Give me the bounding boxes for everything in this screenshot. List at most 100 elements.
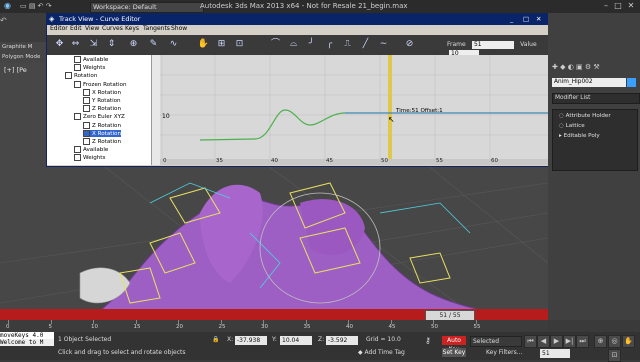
tangent-fast-icon[interactable]: ╯ [305,38,318,51]
tree-node[interactable]: Frozen Rotation [74,80,127,88]
modifier-list-dropdown[interactable]: Modifier List [552,93,640,104]
play-icon[interactable]: ▶ [550,335,563,348]
undo-icon[interactable]: ↶ [0,16,7,25]
tangent-linear-icon[interactable]: ╱ [359,38,372,51]
script-line-1: moveKeys 4.0 [0,332,44,339]
ribbon-tab-graphite[interactable]: Graphite M [2,44,32,50]
curve-value-label: 10 [162,113,170,120]
mouse-cursor-icon: ↖ [388,115,395,124]
tree-node[interactable]: Available [74,56,108,63]
y-coord-field[interactable]: 10.04 [280,336,312,345]
tree-node[interactable]: X Rotation [83,88,121,96]
zoom-region-icon[interactable]: ⊡ [233,38,246,51]
time-offset-readout: Time:51 Offset:1 [396,108,443,114]
tree-node[interactable]: Z Rotation [83,138,121,145]
track-bar[interactable]: 0 5 10 15 20 25 30 35 40 45 50 55 [0,320,548,332]
tree-node[interactable]: X Rotation [83,129,122,137]
tree-node[interactable]: Weights [74,64,105,72]
tree-node[interactable]: Z Rotation [83,121,121,129]
scale-values-icon[interactable]: ⇕ [105,38,118,51]
z-coord-field[interactable]: -3.592 [326,336,358,345]
tree-node[interactable]: Y Rotation [83,97,121,104]
slide-keys-icon[interactable]: ⇔ [69,38,82,51]
draw-curves-icon[interactable]: ✎ [147,38,160,51]
stack-item-lattice[interactable]: ◌ Lattice [559,123,585,129]
tv-maximize-icon[interactable]: □ [523,14,529,25]
maximize-viewport-icon[interactable]: ⊡ [608,349,621,362]
current-frame-field[interactable]: 51 [540,349,570,358]
pan-view-icon[interactable]: ✋ [622,335,635,348]
tree-node[interactable]: Available [74,146,108,154]
object-color-swatch[interactable] [627,78,636,87]
add-time-tag[interactable]: ◆ Add Time Tag [358,349,405,356]
tree-node-icon [74,80,81,88]
close-icon[interactable]: ✕ [625,1,637,11]
key-filters-button[interactable]: Key Filters... [486,349,523,356]
curve-graph[interactable]: 10 Time:51 Offset:1 ↖ [160,55,549,159]
prev-frame-icon[interactable]: ◀ [537,335,550,348]
menu-keys[interactable]: Keys [125,25,139,32]
maxscript-listener[interactable]: moveKeys 4.0 Welcome to M [0,332,54,346]
move-keys-icon[interactable]: ✥ [53,38,66,51]
ruler-tick-label: 35 [303,324,311,330]
key-mode-dropdown[interactable]: Selected [470,336,522,347]
tangent-smooth-icon[interactable]: ∼ [377,38,390,51]
zoom-extents-icon[interactable]: ⊞ [215,38,228,51]
curve-axis-tick-label: 0 [163,158,167,164]
orbit-icon[interactable]: ◎ [608,335,621,348]
menu-edit[interactable]: Edit [70,25,82,32]
lock-tangents-icon[interactable]: ⊘ [403,38,416,51]
grid-readout: Grid = 10.0 [366,336,401,343]
scale-keys-icon[interactable]: ⇲ [87,38,100,51]
go-to-start-icon[interactable]: ⏮ [524,335,537,348]
reduce-keys-icon[interactable]: ∿ [167,38,180,51]
x-coord-field[interactable]: -37.938 [235,336,267,345]
pan-icon[interactable]: ✋ [197,38,210,51]
menu-curves[interactable]: Curves [102,25,123,32]
tree-node-icon [83,105,90,113]
zoom-icon[interactable]: ⊕ [594,335,607,348]
next-frame-icon[interactable]: ▶| [563,335,576,348]
auto-key-button[interactable]: Auto Key [442,336,466,353]
menu-show[interactable]: Show [171,25,187,32]
tree-node[interactable]: Z Rotation [83,105,121,113]
tangent-custom-icon[interactable]: ⌓ [287,38,300,51]
go-to-end-icon[interactable]: ⏭ [576,335,589,348]
tangent-step-icon[interactable]: ⎍ [341,38,354,51]
track-view-titlebar[interactable]: ◈ Track View - Curve Editor _ □ ✕ [47,14,549,25]
ruler-tick-label: 20 [176,324,183,330]
lock-selection-icon[interactable]: 🔒 [212,336,219,343]
tangent-auto-icon[interactable]: ⌒ [269,38,282,51]
tv-close-icon[interactable]: ✕ [536,14,541,25]
set-key-button[interactable]: Set Key [442,348,466,357]
curve-svg [160,55,549,159]
track-view-toolbar: ✥ ⇔ ⇲ ⇕ ⊕ ✎ ∿ ✋ ⊞ ⊡ ⌒ ⌓ ╯ ╭ ⎍ ╱ ∼ ⊘ Fram… [47,35,549,58]
tree-node-label: Available [83,57,109,63]
frame-input[interactable]: 51 [471,41,514,49]
workspace-dropdown[interactable]: Workspace: Default [90,2,204,13]
tangent-slow-icon[interactable]: ╭ [323,38,336,51]
time-slider-bar[interactable] [388,55,392,159]
ribbon-tab-polygon[interactable]: Polygon Mode [2,54,40,60]
stack-item-attribute-holder[interactable]: ◌ Attribute Holder [559,113,611,119]
viewport-label[interactable]: [+] [Pe [4,66,27,74]
add-keys-icon[interactable]: ⊕ [127,38,140,51]
panel-tabs-icons[interactable]: ✚ ◆ ◐ ▣ ⚙ ⚒ [552,63,600,71]
key-icon[interactable]: ⚷ [425,336,431,345]
app-logo-icon[interactable]: ◉ [4,1,11,10]
modifier-stack: ◌ Attribute Holder ◌ Lattice ▸ Editable … [552,109,638,171]
minimize-icon[interactable]: – [600,1,612,11]
quick-access-icons[interactable]: ▭ ▤ ↶ ↷ [20,2,52,10]
tree-node[interactable]: Rotation [65,72,97,80]
tree-node-icon [74,146,81,154]
stack-item-label: Editable Poly [563,133,600,139]
object-name-field[interactable]: Anim_Hip002 [552,78,626,87]
menu-editor[interactable]: Editor [50,25,68,32]
tree-node[interactable]: Weights [74,154,105,162]
maximize-icon[interactable]: □ [612,1,624,11]
menu-view[interactable]: View [85,25,99,32]
tree-node[interactable]: Zero Euler XYZ [74,113,125,121]
stack-item-editable-poly[interactable]: ▸ Editable Poly [559,133,600,139]
menu-tangents[interactable]: Tangents [143,25,170,32]
tv-minimize-icon[interactable]: _ [510,14,513,25]
